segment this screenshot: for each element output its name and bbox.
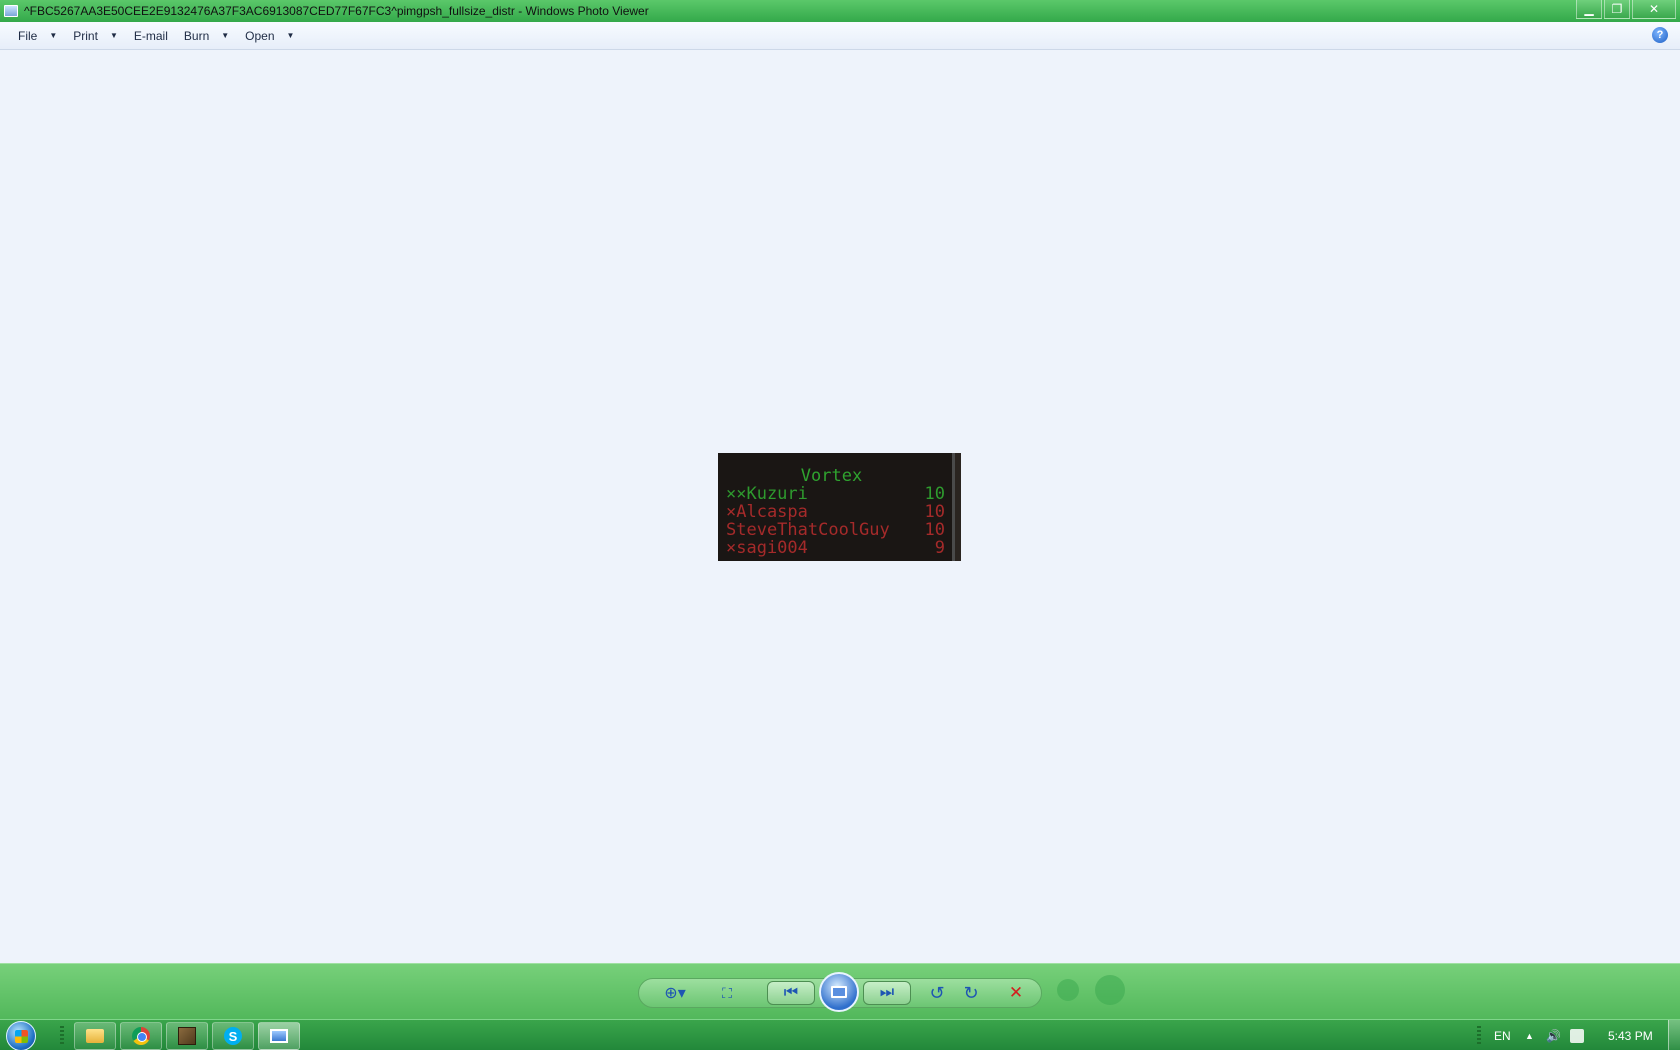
player-name: ×sagi004 [726, 538, 808, 558]
maximize-button[interactable]: ❐ [1604, 0, 1630, 19]
folder-icon [86, 1029, 104, 1043]
chevron-down-icon: ▼ [221, 31, 230, 40]
scoreboard-row: ×sagi004 9 [726, 539, 945, 557]
show-desktop-button[interactable] [1668, 1020, 1680, 1050]
viewer-controls: ⊕▾ ⛶ ⏮ ⏭ ↺ ↻ ✕ [638, 972, 1042, 1012]
menu-open[interactable]: Open ▼ [237, 25, 302, 47]
scoreboard-row: ××Kuzuri 10 [726, 485, 945, 503]
windows-logo-icon [15, 1030, 28, 1043]
network-icon-wrap[interactable] [1570, 1020, 1584, 1050]
taskbar-minecraft[interactable] [166, 1022, 208, 1050]
chrome-icon [132, 1027, 150, 1045]
help-icon[interactable]: ? [1652, 27, 1668, 43]
tray-grip[interactable] [1477, 1026, 1481, 1046]
rotate-clockwise-button[interactable]: ↻ [959, 979, 983, 1007]
menu-burn[interactable]: Burn ▼ [176, 25, 237, 47]
menu-bar: File ▼ Print ▼ E-mail Burn ▼ Open ▼ ? [0, 22, 1680, 50]
player-score: 9 [934, 538, 945, 558]
scoreboard-row: SteveThatCoolGuy 10 [726, 521, 945, 539]
actual-size-button[interactable]: ⛶ [715, 979, 739, 1007]
photo-viewer-icon [270, 1029, 288, 1043]
minecraft-icon [178, 1027, 196, 1045]
photo-viewer-app-icon[interactable] [4, 5, 18, 17]
show-hidden-icons-button[interactable]: ▲ [1525, 1020, 1534, 1050]
window-controls: ▁ ❐ ✕ [1576, 0, 1676, 19]
slideshow-icon [831, 986, 847, 998]
player-score: 10 [924, 502, 945, 522]
taskbar-chrome[interactable] [120, 1022, 162, 1050]
delete-button[interactable]: ✕ [1001, 979, 1031, 1007]
displayed-photo: Vortex ××Kuzuri 10 ×Alcaspa 10 SteveThat… [718, 453, 961, 561]
player-name: ××Kuzuri [726, 484, 808, 504]
window-title: ^FBC5267AA3E50CEE2E9132476A37F3AC6913087… [24, 4, 649, 18]
menu-email-label: E-mail [133, 28, 168, 43]
menu-open-label: Open [245, 28, 275, 43]
network-icon [1570, 1028, 1584, 1043]
slideshow-button[interactable] [819, 972, 859, 1012]
volume-icon[interactable]: 🔊 [1546, 1020, 1561, 1050]
taskbar: S EN ▲ 🔊 5:43 PM [0, 1019, 1680, 1050]
language-indicator[interactable]: EN [1494, 1020, 1511, 1050]
taskbar-photo-viewer[interactable] [258, 1022, 300, 1050]
menu-file[interactable]: File ▼ [10, 25, 65, 47]
clock[interactable]: 5:43 PM [1608, 1020, 1653, 1050]
close-button[interactable]: ✕ [1632, 0, 1676, 19]
chevron-down-icon: ▼ [286, 31, 295, 40]
ghost-dot-icon [1095, 975, 1125, 1005]
taskbar-skype[interactable]: S [212, 1022, 254, 1050]
menu-print[interactable]: Print ▼ [65, 25, 126, 47]
ghost-dot-icon [1057, 979, 1079, 1001]
previous-button[interactable]: ⏮ [771, 979, 811, 1007]
player-name: SteveThatCoolGuy [726, 520, 890, 540]
skype-icon: S [224, 1027, 242, 1045]
menu-file-label: File [18, 28, 38, 43]
zoom-button[interactable]: ⊕▾ [657, 979, 693, 1007]
rotate-counterclockwise-button[interactable]: ↺ [925, 979, 949, 1007]
image-viewport[interactable]: Vortex ××Kuzuri 10 ×Alcaspa 10 SteveThat… [0, 50, 1680, 963]
player-score: 10 [924, 520, 945, 540]
title-bar: ^FBC5267AA3E50CEE2E9132476A37F3AC6913087… [0, 0, 1680, 22]
playback-control-bar: ⊕▾ ⛶ ⏮ ⏭ ↺ ↻ ✕ [0, 963, 1680, 1019]
menu-print-label: Print [73, 28, 98, 43]
photo-edge [955, 453, 961, 561]
player-name: ×Alcaspa [726, 502, 808, 522]
next-button[interactable]: ⏭ [867, 979, 907, 1007]
player-score: 10 [924, 484, 945, 504]
taskbar-explorer[interactable] [74, 1022, 116, 1050]
taskbar-grip[interactable] [60, 1026, 64, 1046]
menu-burn-label: Burn [183, 28, 210, 43]
start-button[interactable] [6, 1021, 36, 1050]
scoreboard-row: ×Alcaspa 10 [726, 503, 945, 521]
chevron-down-icon: ▼ [109, 31, 118, 40]
scoreboard-title: Vortex [800, 466, 863, 486]
minimize-button[interactable]: ▁ [1576, 0, 1602, 19]
photo-divider [952, 453, 955, 561]
chevron-down-icon: ▼ [49, 31, 58, 40]
menu-email[interactable]: E-mail [126, 25, 176, 47]
